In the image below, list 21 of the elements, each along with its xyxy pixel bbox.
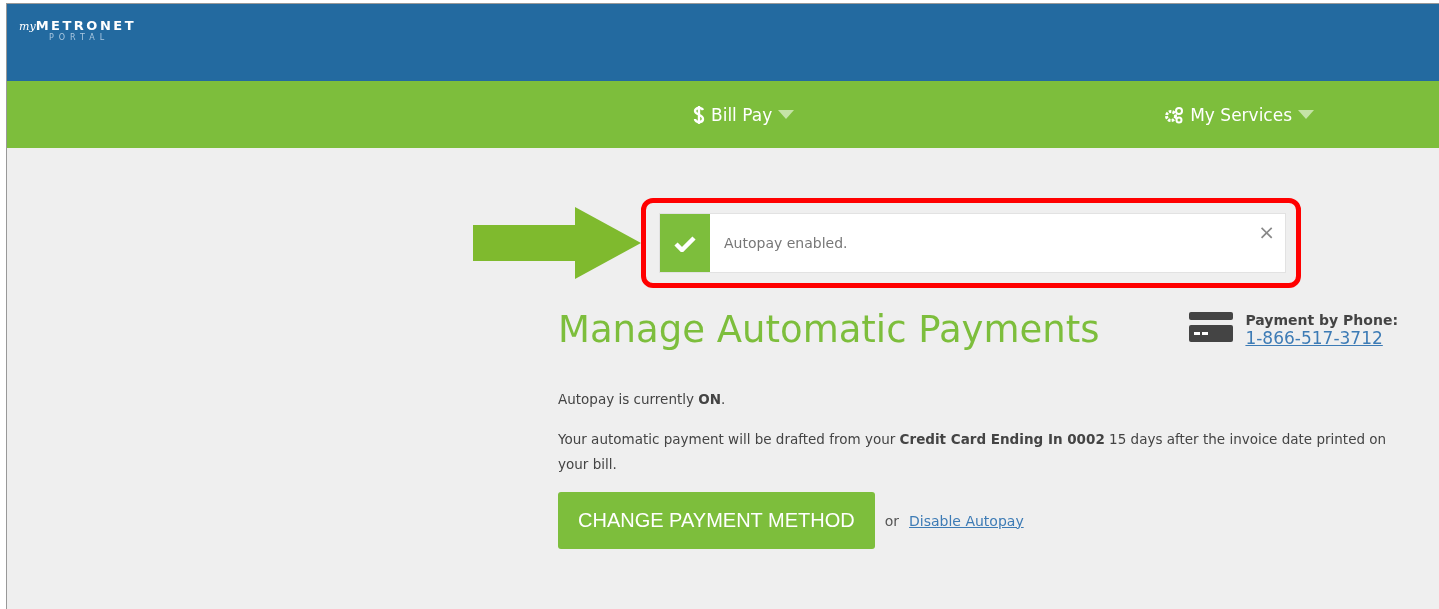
phone-link[interactable]: 1-866-517-3712 (1245, 328, 1398, 348)
dollar-icon (693, 104, 705, 125)
logo-tagline: PORTAL (49, 33, 110, 42)
logo-text: METRONET (35, 18, 137, 33)
alert-message: Autopay enabled. (724, 235, 849, 251)
close-button[interactable]: × (1248, 214, 1285, 250)
caret-icon (1298, 110, 1315, 119)
info-text: Autopay is currently ON. (558, 390, 727, 409)
logo-script: my (19, 20, 36, 33)
nav-menu[interactable]: My Services (1164, 104, 1315, 125)
change-payment-button[interactable]: CHANGE PAYMENT METHOD (558, 492, 875, 549)
caret-icon (778, 110, 795, 119)
disable-autopay-link[interactable]: Disable Autopay (909, 512, 1024, 529)
or-text: or (884, 512, 900, 529)
gears-icon (1164, 105, 1185, 124)
phone-label: Payment by Phone: (1245, 312, 1398, 328)
credit-card-icon (1189, 312, 1234, 342)
page-heading: Manage Automatic Payments (558, 308, 1100, 351)
info-text: Your automatic payment will be drafted from your Credit Card Ending In 0002 15 days after the invoice date printed on your bill. (558, 430, 1388, 474)
nav-menu[interactable]: Bill Pay (693, 104, 795, 125)
check-icon (674, 234, 696, 252)
